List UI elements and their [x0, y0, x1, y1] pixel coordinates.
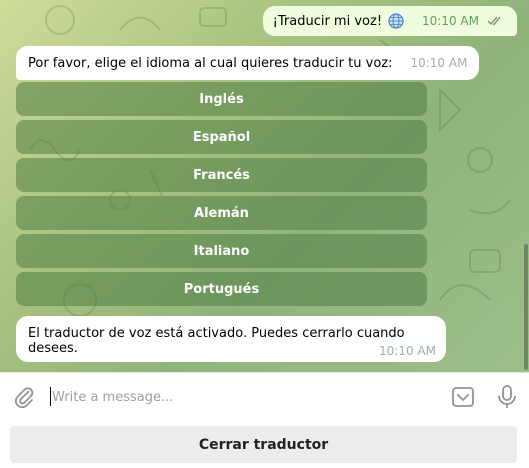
reply-keyboard: Cerrar traductor	[0, 420, 529, 468]
inline-button-espanol[interactable]: Español	[16, 120, 427, 154]
inline-button-aleman[interactable]: Alemán	[16, 196, 427, 230]
outgoing-message-text: ¡Traducir mi voz!	[272, 13, 383, 29]
bot-confirmation-message: El traductor de voz está activado. Puede…	[16, 316, 446, 362]
paperclip-icon[interactable]	[12, 385, 36, 409]
outgoing-message: ¡Traducir mi voz! 10:10 AM	[262, 6, 517, 36]
inline-button-ingles[interactable]: Inglés	[16, 82, 427, 116]
bot-prompt-time: 10:10 AM	[410, 56, 468, 70]
keyboard-toggle-icon[interactable]	[451, 385, 475, 409]
inline-button-portugues[interactable]: Portugués	[16, 272, 427, 306]
globe-icon	[388, 13, 404, 29]
chat-area: ¡Traducir mi voz! 10:10 AM Por favor, el…	[0, 0, 529, 372]
bot-confirmation-time: 10:10 AM	[379, 344, 436, 358]
inline-button-italiano[interactable]: Italiano	[16, 234, 427, 268]
text-cursor	[50, 387, 51, 406]
double-check-icon	[487, 16, 501, 26]
message-input[interactable]	[52, 385, 432, 409]
microphone-icon[interactable]	[495, 384, 519, 410]
message-composer	[0, 372, 529, 420]
inline-button-frances[interactable]: Francés	[16, 158, 427, 192]
bot-prompt-message: Por favor, elige el idioma al cual quier…	[16, 46, 480, 80]
close-translator-button[interactable]: Cerrar traductor	[10, 426, 517, 463]
bot-prompt-text: Por favor, elige el idioma al cual quier…	[28, 55, 393, 71]
chat-scrollbar[interactable]	[524, 244, 528, 370]
outgoing-message-time: 10:10 AM	[422, 14, 479, 28]
